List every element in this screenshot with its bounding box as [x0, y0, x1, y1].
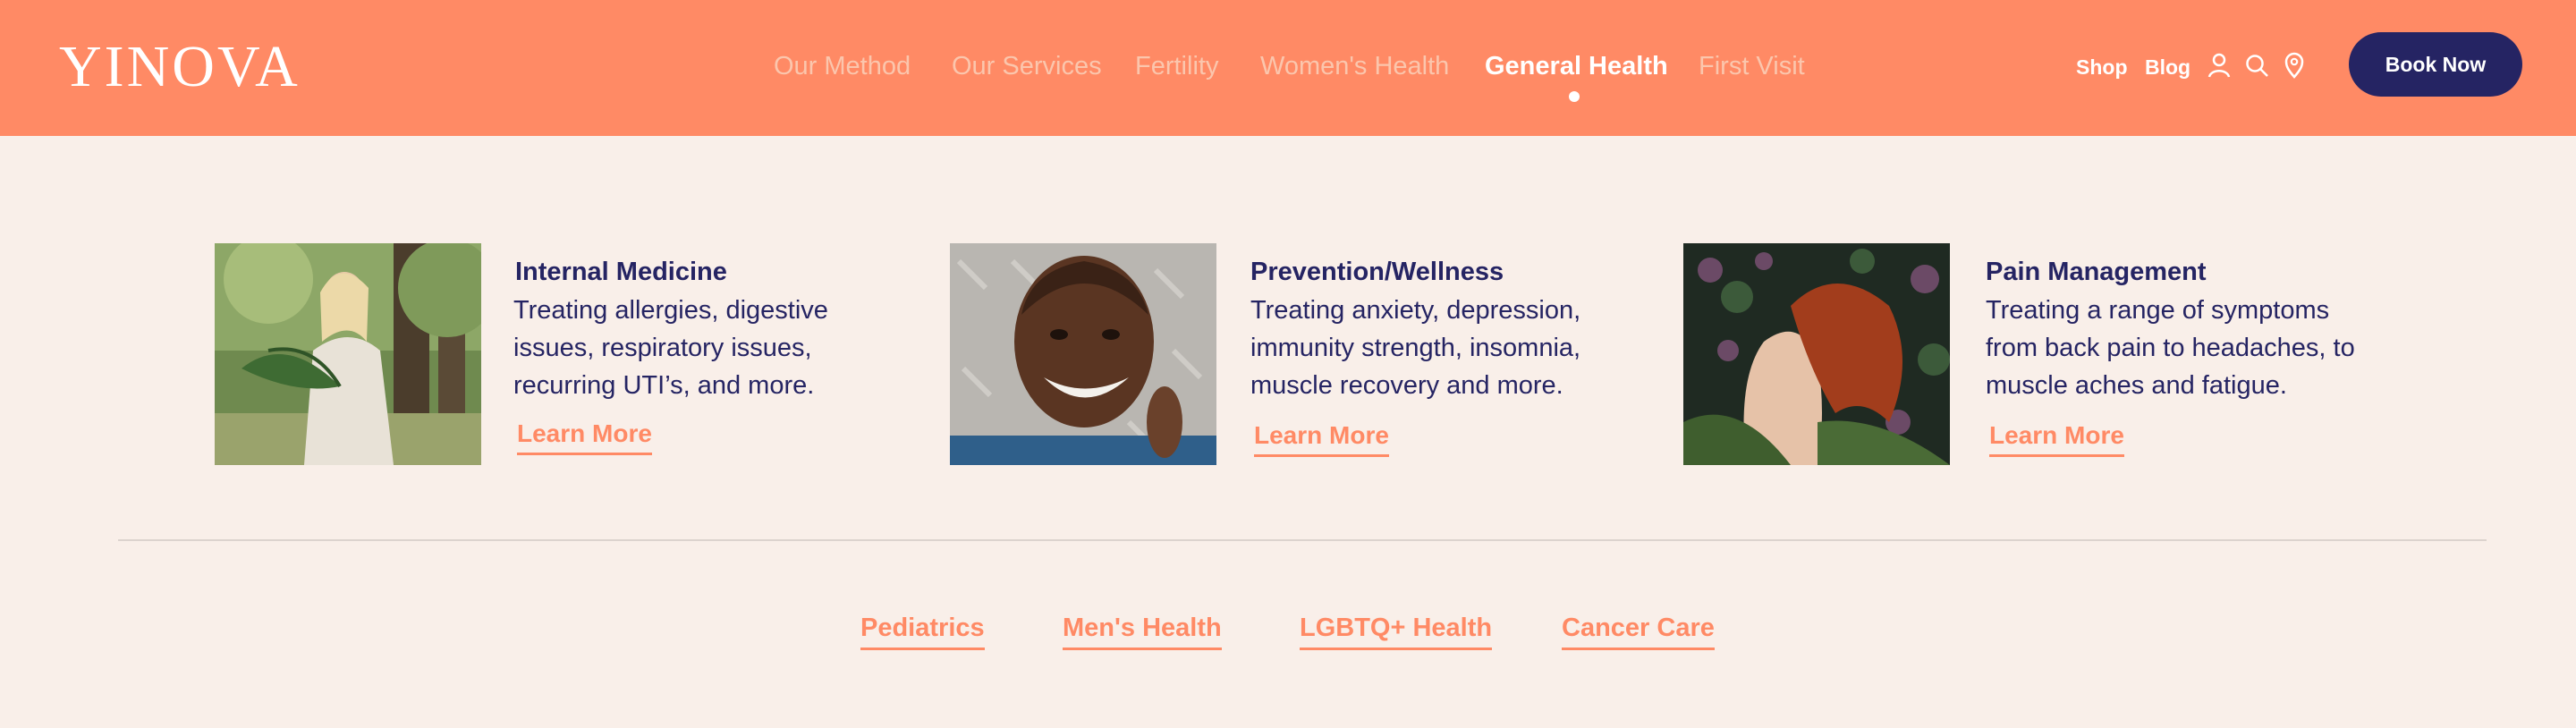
- pain-management-image: [1683, 243, 1950, 465]
- card-description: Treating anxiety, depression, immunity s…: [1250, 296, 1581, 400]
- service-card-internal-medicine: Internal Medicine Treating allergies, di…: [215, 243, 877, 467]
- nav-our-method[interactable]: Our Method: [774, 50, 911, 82]
- user-icon[interactable]: [2206, 52, 2233, 79]
- nav-womens-health[interactable]: Women's Health: [1260, 50, 1449, 82]
- service-card-prevention-wellness: Prevention/Wellness Treating anxiety, de…: [950, 243, 1612, 467]
- nav-first-visit[interactable]: First Visit: [1699, 50, 1805, 82]
- nav-general-health[interactable]: General Health: [1485, 50, 1668, 82]
- site-header: YINOVA Our Method Our Services Fertility…: [0, 0, 2576, 136]
- card-description: Treating allergies, digestive issues, re…: [513, 296, 828, 400]
- section-divider: [118, 539, 2487, 541]
- active-nav-indicator: [1569, 91, 1580, 102]
- internal-medicine-image: [215, 243, 481, 465]
- link-pediatrics[interactable]: Pediatrics: [860, 612, 985, 650]
- link-mens-health[interactable]: Men's Health: [1063, 612, 1222, 650]
- learn-more-link[interactable]: Learn More: [1254, 420, 1389, 457]
- search-icon[interactable]: [2243, 52, 2270, 79]
- link-lgbtq-health[interactable]: LGBTQ+ Health: [1300, 612, 1493, 650]
- location-pin-icon[interactable]: [2281, 52, 2308, 79]
- card-title: Pain Management: [1986, 258, 2207, 286]
- service-card-pain-management: Pain Management Treating a range of symp…: [1683, 243, 2363, 467]
- shop-link[interactable]: Shop: [2076, 54, 2128, 80]
- card-title: Prevention/Wellness: [1250, 258, 1504, 286]
- nav-our-services[interactable]: Our Services: [952, 50, 1102, 82]
- blog-link[interactable]: Blog: [2145, 54, 2190, 80]
- learn-more-link[interactable]: Learn More: [1989, 420, 2124, 457]
- learn-more-link[interactable]: Learn More: [517, 419, 652, 455]
- book-now-button[interactable]: Book Now: [2349, 32, 2522, 97]
- card-description: Treating a range of symptoms from back p…: [1986, 296, 2355, 400]
- card-title: Internal Medicine: [515, 258, 727, 286]
- link-cancer-care[interactable]: Cancer Care: [1562, 612, 1715, 650]
- prevention-wellness-image: [950, 243, 1216, 465]
- nav-fertility[interactable]: Fertility: [1135, 50, 1218, 82]
